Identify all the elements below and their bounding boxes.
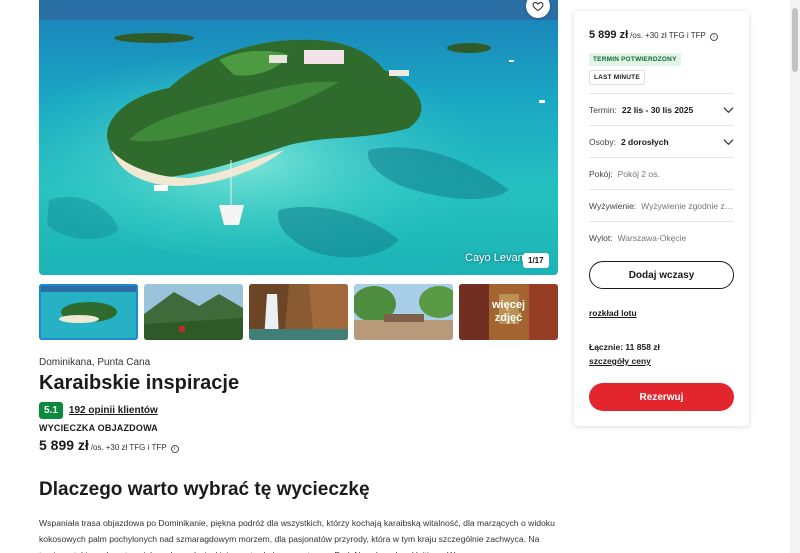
room-value: Pokój 2 os. bbox=[617, 168, 660, 179]
last-minute-badge: LAST MINUTE bbox=[589, 70, 645, 85]
price-amount: 5 899 zł bbox=[39, 437, 89, 453]
offer-description: Wspaniała trasa objazdowa po Dominikanie… bbox=[39, 518, 555, 553]
hero-image[interactable] bbox=[39, 0, 558, 275]
photo-counter: 1/17 bbox=[523, 253, 549, 268]
offer-title: Karaibskie inspiracje bbox=[39, 372, 240, 394]
info-icon[interactable]: i bbox=[170, 445, 179, 453]
departure-value: Warszawa-Okęcie bbox=[617, 232, 687, 243]
chevron-down-icon bbox=[723, 107, 734, 114]
price-suffix: /os. bbox=[90, 443, 104, 452]
board-field[interactable]: Wyżywienie: Wyżywienie zgodnie z program… bbox=[589, 189, 734, 221]
booking-panel: 5 899 zł /os. +30 zł TFG i TFP i TERMIN … bbox=[574, 11, 749, 426]
booking-price-suffix: /os. bbox=[630, 31, 644, 40]
total-value: 11 858 zł bbox=[625, 342, 660, 352]
persons-value: 2 dorosłych bbox=[620, 136, 669, 147]
term-value: 22 lis - 30 lis 2025 bbox=[621, 104, 694, 115]
reviews-link[interactable]: 192 opinii klientów bbox=[69, 405, 158, 416]
section-title: Dlaczego warto wybrać tę wycieczkę bbox=[39, 479, 370, 500]
departure-field[interactable]: Wylot: Warszawa-Okęcie bbox=[589, 221, 734, 253]
persons-selector[interactable]: Osoby: 2 dorosłych bbox=[589, 125, 734, 157]
total-price: Łącznie: 11 858 zł bbox=[589, 342, 660, 352]
rating-score-badge: 5.1 bbox=[39, 402, 63, 419]
scrollbar-thumb[interactable] bbox=[792, 8, 798, 72]
booking-price-amount: 5 899 zł bbox=[589, 29, 629, 41]
board-label: Wyżywienie: bbox=[589, 200, 637, 211]
more-photos-button[interactable]: więcej zdjęć bbox=[459, 284, 558, 340]
room-label: Pokój: bbox=[589, 168, 613, 179]
add-holiday-button[interactable]: Dodaj wczasy bbox=[589, 261, 734, 289]
thumbnail-2[interactable] bbox=[144, 284, 243, 340]
thumbnail-1[interactable] bbox=[39, 284, 138, 340]
offer-location: Dominikana, Punta Cana bbox=[39, 357, 151, 368]
departure-label: Wylot: bbox=[589, 232, 613, 243]
thumbnail-3[interactable] bbox=[249, 284, 348, 340]
trip-type: WYCIECZKA OBJAZDOWA bbox=[39, 423, 158, 433]
thumbnail-mountain-photo bbox=[144, 284, 243, 340]
thumbnail-4[interactable] bbox=[354, 284, 453, 340]
board-value: Wyżywienie zgodnie z programem bbox=[641, 200, 734, 211]
term-label: Termin: bbox=[589, 104, 617, 115]
total-label: Łącznie: bbox=[589, 342, 624, 352]
heart-icon bbox=[532, 1, 544, 12]
persons-label: Osoby: bbox=[589, 136, 616, 147]
thumbnail-garden-photo bbox=[354, 284, 453, 340]
island-photo bbox=[39, 0, 558, 275]
rating: 5.1 192 opinii klientów bbox=[39, 402, 158, 419]
offer-price: 5 899 zł /os. +30 zł TFG i TFP i bbox=[39, 437, 179, 453]
thumbnail-island-photo bbox=[39, 284, 138, 340]
thumbnail-waterfall-photo bbox=[249, 284, 348, 340]
chevron-down-icon bbox=[723, 139, 734, 146]
term-selector[interactable]: Termin: 22 lis - 30 lis 2025 bbox=[589, 93, 734, 125]
flight-schedule-link[interactable]: rozkład lotu bbox=[589, 308, 637, 318]
reserve-button[interactable]: Rezerwuj bbox=[589, 383, 734, 411]
scrollbar[interactable] bbox=[790, 0, 800, 553]
price-details-link[interactable]: szczegóły ceny bbox=[589, 356, 651, 366]
room-field[interactable]: Pokój: Pokój 2 os. bbox=[589, 157, 734, 189]
price-extra: +30 zł TFG i TFP bbox=[105, 443, 167, 452]
booking-price: 5 899 zł /os. +30 zł TFG i TFP i bbox=[589, 29, 718, 41]
booking-price-extra: +30 zł TFG i TFP bbox=[645, 31, 706, 40]
more-photos-label: więcej zdjęć bbox=[459, 284, 558, 340]
confirmed-term-badge: TERMIN POTWIERDZONY bbox=[589, 53, 681, 66]
info-icon[interactable]: i bbox=[709, 33, 718, 41]
thumbnail-strip: więcej zdjęć bbox=[39, 284, 558, 340]
